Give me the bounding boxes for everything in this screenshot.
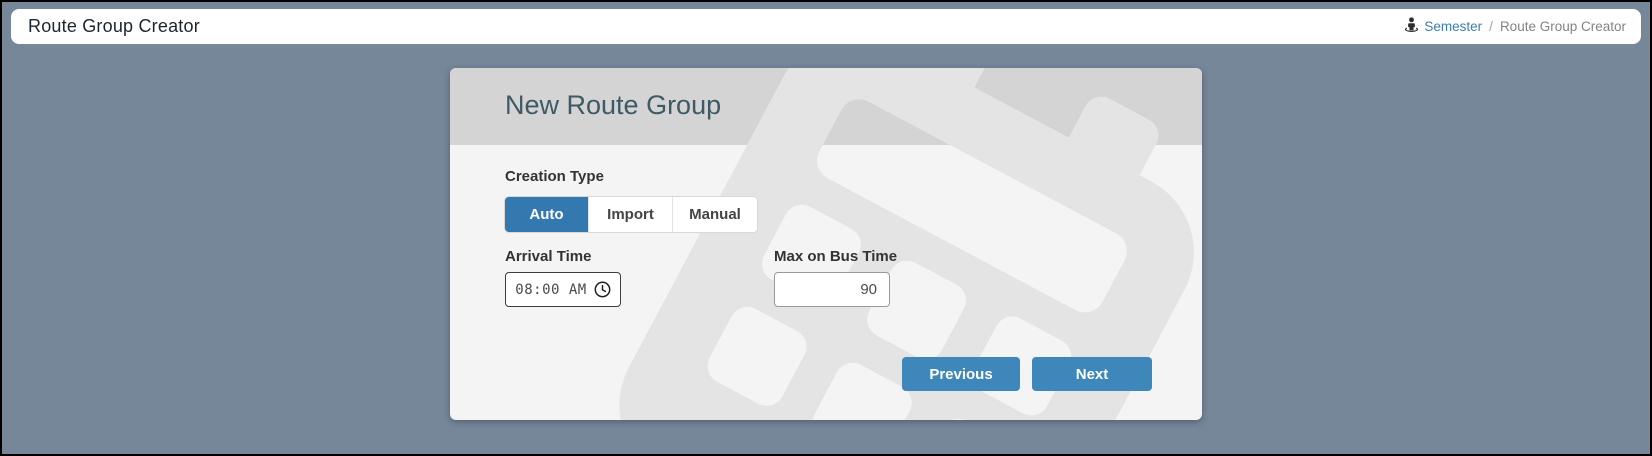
creation-type-import-button[interactable]: Import <box>589 197 673 232</box>
card-title: New Route Group <box>505 90 722 120</box>
new-route-group-card: New Route Group Creation Type Auto Impor… <box>450 68 1202 420</box>
breadcrumb-current: Route Group Creator <box>1499 19 1626 34</box>
next-button[interactable]: Next <box>1032 357 1152 391</box>
clock-icon <box>594 281 611 298</box>
creation-type-auto-button[interactable]: Auto <box>505 197 589 232</box>
page-title: Route Group Creator <box>28 16 200 36</box>
street-view-icon <box>1404 17 1419 36</box>
breadcrumb-semester-link[interactable]: Semester <box>1404 17 1482 36</box>
card-content: New Route Group Creation Type Auto Impor… <box>450 68 1202 420</box>
arrival-time-value: 08:00 AM <box>515 281 587 298</box>
previous-button[interactable]: Previous <box>902 357 1020 391</box>
breadcrumb-link-label: Semester <box>1424 19 1483 34</box>
breadcrumb-separator: / <box>1489 19 1493 34</box>
creation-type-manual-button[interactable]: Manual <box>673 197 757 232</box>
top-bar: Route Group Creator Semester / Route Gro… <box>11 9 1641 44</box>
route-group-creator-page: Route Group Creator Semester / Route Gro… <box>0 0 1652 456</box>
creation-type-label: Creation Type <box>505 168 604 185</box>
breadcrumb: Semester / Route Group Creator <box>1404 17 1626 36</box>
arrival-time-input[interactable]: 08:00 AM <box>505 272 621 307</box>
arrival-time-label: Arrival Time <box>505 248 592 265</box>
max-on-bus-time-label: Max on Bus Time <box>774 248 898 265</box>
creation-type-button-group: Auto Import Manual <box>505 197 757 232</box>
max-on-bus-time-input[interactable] <box>774 272 890 307</box>
